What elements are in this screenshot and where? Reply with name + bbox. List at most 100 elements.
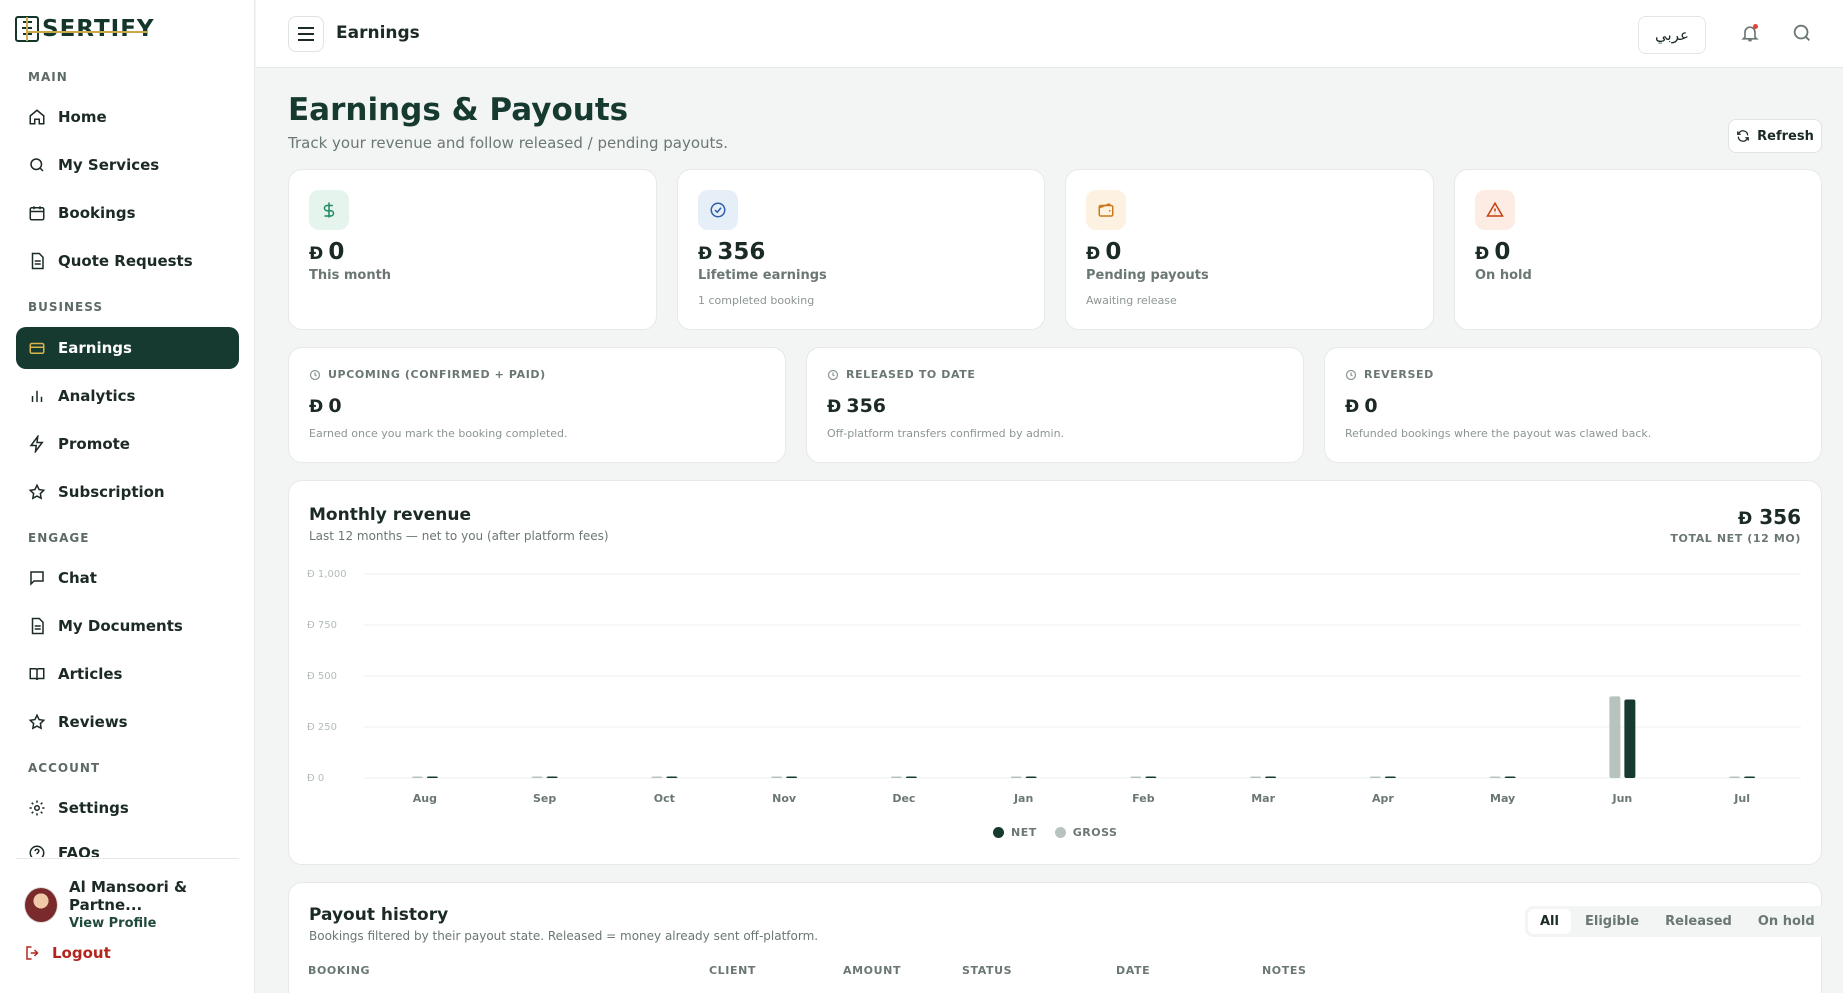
sidebar-item-settings[interactable]: Settings — [16, 787, 239, 829]
x-tick-label: Mar — [1251, 792, 1275, 805]
sidebar-item-services[interactable]: My Services — [16, 144, 239, 186]
summary-note: Earned once you mark the booking complet… — [309, 427, 568, 440]
legend-label-gross: GROSS — [1072, 826, 1118, 839]
bar-net-jun — [1624, 699, 1636, 778]
x-tick-label: Sep — [533, 792, 556, 805]
language-button[interactable]: عربي — [1638, 16, 1706, 54]
column-header-booking[interactable]: BOOKING — [308, 964, 370, 977]
refresh-button[interactable]: Refresh — [1728, 119, 1822, 153]
book-icon — [29, 668, 45, 681]
x-tick-label: Oct — [654, 792, 675, 805]
y-tick-label: Đ 250 — [307, 722, 337, 733]
chart-title: Monthly revenue — [309, 505, 472, 525]
star-icon — [28, 713, 46, 730]
notification-dot — [1753, 24, 1758, 29]
chart-subtitle: Last 12 months — net to you (after platf… — [309, 529, 609, 543]
legend-item-net[interactable]: NET — [993, 826, 1037, 839]
summary-card-reversed: REVERSED Đ 0 Refunded bookings where the… — [1324, 347, 1822, 463]
logout-icon — [26, 946, 39, 960]
sidebar-item-reviews[interactable]: Reviews — [16, 701, 239, 743]
bar-net-sep — [546, 776, 558, 778]
filter-all[interactable]: All — [1528, 909, 1571, 934]
bar-net-nov — [786, 776, 798, 778]
brand-name: SERTIFY — [42, 16, 155, 42]
sidebar-item-chat[interactable]: Chat — [16, 557, 239, 599]
column-header-notes[interactable]: NOTES — [1262, 964, 1307, 977]
x-tick-label: Jan — [1013, 792, 1033, 805]
bar-net-jul — [1744, 776, 1756, 778]
legend-swatch-net — [993, 827, 1004, 838]
bar-net-aug — [426, 776, 438, 778]
column-header-date[interactable]: DATE — [1116, 964, 1150, 977]
summary-card-upcoming: UPCOMING (CONFIRMED + PAID) Đ 0 Earned o… — [288, 347, 786, 463]
bar-gross-jan — [1010, 776, 1022, 778]
bar-gross-mar — [1250, 776, 1262, 778]
summary-label: REVERSED — [1364, 368, 1434, 381]
filter-released[interactable]: Released — [1653, 909, 1744, 934]
stat-card-lifetime: Đ 356 Lifetime earnings 1 completed book… — [677, 169, 1045, 330]
logout-button[interactable]: Logout — [24, 944, 111, 962]
summary-label: RELEASED TO DATE — [846, 368, 976, 381]
help-icon — [29, 845, 45, 857]
sidebar-item-promote[interactable]: Promote — [16, 423, 239, 465]
bar-net-may — [1504, 776, 1516, 778]
document-icon — [31, 617, 44, 635]
bar-net-jan — [1025, 776, 1037, 778]
x-tick-label: Feb — [1132, 792, 1155, 805]
stat-card-this-month: Đ 0 This month — [288, 169, 657, 330]
sidebar-item-label: Subscription — [58, 483, 165, 501]
column-header-status[interactable]: STATUS — [962, 964, 1012, 977]
bar-gross-dec — [890, 776, 902, 778]
document-icon — [31, 252, 44, 270]
profile-card[interactable]: Al Mansoori & Partne... View Profile — [24, 878, 254, 931]
sidebar-item-label: FAQs — [58, 844, 100, 857]
stat-value: 0 — [328, 239, 345, 265]
stat-value: 356 — [717, 239, 766, 265]
summary-card-released: RELEASED TO DATE Đ 356 Off-platform tran… — [806, 347, 1304, 463]
lightning-icon — [29, 435, 44, 453]
sidebar-item-label: Articles — [58, 665, 123, 683]
summary-value: 356 — [846, 395, 887, 417]
sidebar-item-label: Home — [58, 108, 107, 126]
page-subtitle: Track your revenue and follow released /… — [288, 134, 728, 152]
bar-net-oct — [666, 776, 678, 778]
bar-chart-icon — [31, 390, 43, 402]
sidebar-item-analytics[interactable]: Analytics — [16, 375, 239, 417]
card-icon — [29, 342, 45, 354]
topbar-title: Earnings — [336, 23, 420, 43]
sidebar-item-quotes[interactable]: Quote Requests — [16, 240, 239, 282]
x-tick-label: Apr — [1372, 792, 1394, 805]
column-header-amount[interactable]: AMOUNT — [843, 964, 901, 977]
summary-note: Refunded bookings where the payout was c… — [1345, 427, 1652, 440]
sidebar-item-label: Analytics — [58, 387, 136, 405]
search-icon[interactable] — [1791, 22, 1813, 44]
legend-item-gross[interactable]: GROSS — [1054, 826, 1118, 839]
profile-name: Al Mansoori & Partne... — [69, 878, 188, 914]
menu-button[interactable] — [288, 16, 324, 52]
y-tick-label: Đ 0 — [307, 773, 324, 784]
bar-net-apr — [1384, 776, 1396, 778]
filter-on-hold[interactable]: On hold — [1746, 909, 1827, 934]
sidebar-item-home[interactable]: Home — [16, 96, 239, 138]
total-net-value: 356 — [1759, 505, 1801, 529]
column-header-client[interactable]: CLIENT — [709, 964, 756, 977]
sidebar-item-articles[interactable]: Articles — [16, 653, 239, 695]
gear-icon — [29, 800, 45, 816]
sidebar-item-subscription[interactable]: Subscription — [16, 471, 239, 513]
bar-net-dec — [905, 776, 917, 778]
summary-label: UPCOMING (CONFIRMED + PAID) — [328, 368, 546, 381]
stat-card-pending: Đ 0 Pending payouts Awaiting release — [1065, 169, 1434, 330]
sidebar-item-faqs[interactable]: FAQs — [16, 835, 239, 857]
sidebar-item-documents[interactable]: My Documents — [16, 605, 239, 647]
filter-eligible[interactable]: Eligible — [1573, 909, 1651, 934]
sidebar-item-label: My Documents — [58, 617, 183, 635]
brand-logo[interactable]: SERTIFY — [14, 14, 155, 44]
sidebar-item-bookings[interactable]: Bookings — [16, 192, 239, 234]
stat-card-on-hold: Đ 0 On hold — [1454, 169, 1822, 330]
clock-icon — [827, 369, 839, 380]
view-profile-link[interactable]: View Profile — [69, 916, 254, 931]
x-tick-label: Nov — [772, 792, 797, 805]
stat-label: Pending payouts — [1086, 268, 1209, 283]
y-tick-label: Đ 500 — [307, 671, 337, 682]
sidebar-item-earnings[interactable]: Earnings — [16, 327, 239, 369]
